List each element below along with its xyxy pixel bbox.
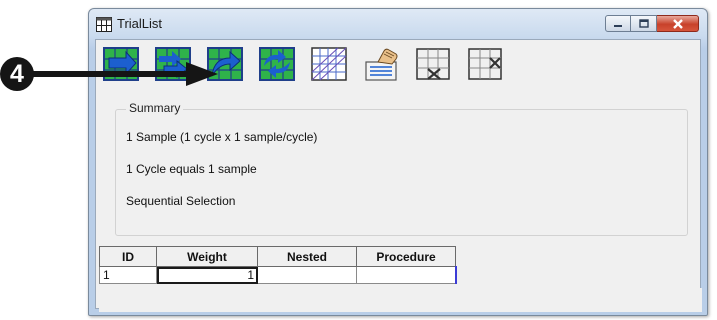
cell-procedure[interactable] — [356, 266, 457, 284]
triallist-window: TrialList Summary 1 Sample (1 cycle x 1 … — [88, 8, 708, 316]
table-row: 1 1 — [99, 266, 457, 284]
remove-level-button[interactable] — [414, 46, 452, 82]
column-header-id[interactable]: ID — [99, 246, 157, 267]
insert-multiple-levels-button[interactable] — [258, 46, 296, 82]
summary-group: Summary 1 Sample (1 cycle x 1 sample/cyc… — [115, 101, 688, 236]
grid-recycle-arrows-icon — [259, 47, 295, 81]
samples-summary-text: 1 Sample (1 cycle x 1 sample/cycle) — [126, 130, 318, 144]
remove-attribute-button[interactable] — [466, 46, 504, 82]
grid-x-column-icon — [468, 48, 502, 80]
maximize-button[interactable] — [631, 15, 657, 32]
grid-header-row: ID Weight Nested Procedure — [99, 246, 456, 267]
column-header-weight[interactable]: Weight — [156, 246, 258, 267]
column-header-procedure[interactable]: Procedure — [356, 246, 456, 267]
cell-id[interactable]: 1 — [99, 266, 157, 284]
grid-empty-area — [99, 288, 702, 312]
selection-summary-text: Sequential Selection — [126, 194, 236, 208]
grid-window-icon — [96, 17, 112, 32]
minimize-icon — [614, 24, 622, 27]
title-bar[interactable]: TrialList — [89, 9, 707, 39]
window-title: TrialList — [117, 16, 163, 31]
trial-grid: ID Weight Nested Procedure 1 1 — [99, 246, 457, 284]
grid-x-row-icon — [416, 48, 450, 80]
properties-button[interactable] — [362, 46, 400, 82]
minimize-button[interactable] — [605, 15, 631, 32]
maximize-icon — [638, 19, 649, 28]
grid-hatched-icon — [311, 47, 347, 81]
close-icon — [672, 18, 683, 29]
cell-weight[interactable]: 1 — [156, 266, 258, 284]
callout-number-badge: 4 — [0, 57, 34, 91]
cell-nested[interactable] — [257, 266, 357, 284]
column-header-nested[interactable]: Nested — [257, 246, 357, 267]
close-button[interactable] — [657, 15, 699, 32]
add-attribute-button[interactable] — [310, 46, 348, 82]
callout-arrow — [30, 62, 218, 86]
cycle-summary-text: 1 Cycle equals 1 sample — [126, 162, 257, 176]
hand-card-icon — [365, 48, 398, 81]
window-controls — [605, 15, 699, 33]
summary-legend: Summary — [126, 101, 184, 115]
